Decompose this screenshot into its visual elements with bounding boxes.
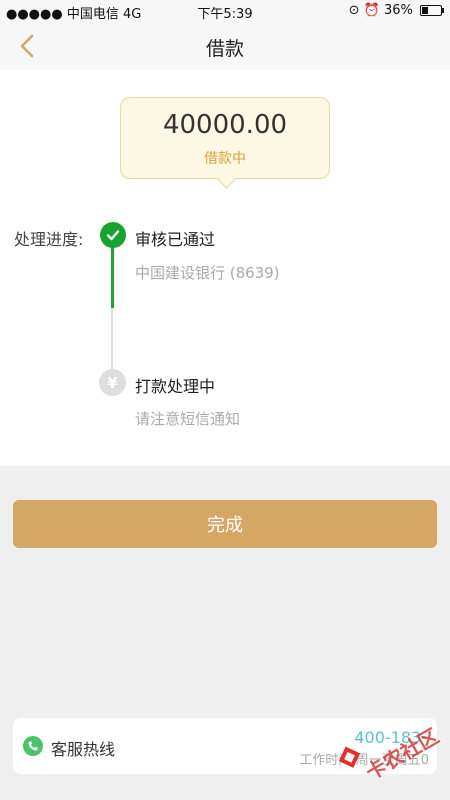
battery-icon — [420, 5, 444, 16]
phone-icon — [23, 736, 43, 756]
step-subtitle-sms: 请注意短信通知 — [135, 410, 241, 428]
nav-bar: 借款 — [0, 22, 450, 70]
loan-amount: 40000.00 — [162, 110, 288, 140]
step-title-approved: 审核已通过 — [135, 230, 216, 249]
orientation-lock-icon: ⊙ — [348, 3, 360, 18]
phone-glyph — [28, 741, 38, 751]
page-title: 借款 — [205, 38, 244, 60]
yen-icon: ¥ — [99, 369, 126, 396]
status-bar: ●●●●● 中国电信 4G 下午5:39 ⊙ ⏰ 36% — [0, 0, 450, 22]
watermark-logo: 卡农社区 — [338, 724, 443, 785]
bubble-tail — [217, 170, 236, 189]
loan-amount-bubble: 40000.00 借款中 — [120, 97, 330, 189]
loan-progress-panel: 40000.00 借款中 处理进度: 审核已通过 中国建设银行 (8639) ¥… — [0, 70, 450, 466]
progress-line-pending — [111, 308, 113, 370]
svg-text:卡农社区: 卡农社区 — [362, 724, 443, 785]
battery-percent: 36% — [383, 3, 413, 18]
hotline-label: 客服热线 — [51, 740, 116, 759]
checkmark-glyph — [106, 230, 120, 241]
step-subtitle-bank: 中国建设银行 (8639) — [135, 264, 280, 282]
loan-status: 借款中 — [204, 151, 246, 167]
status-right: ⊙ ⏰ 36% — [348, 3, 444, 18]
step-title-disbursing: 打款处理中 — [135, 377, 216, 396]
progress-line-done — [111, 246, 114, 308]
progress-label: 处理进度: — [14, 230, 84, 249]
alarm-icon: ⏰ — [363, 3, 380, 18]
check-icon — [100, 222, 126, 248]
done-button[interactable]: 完成 — [13, 500, 437, 548]
